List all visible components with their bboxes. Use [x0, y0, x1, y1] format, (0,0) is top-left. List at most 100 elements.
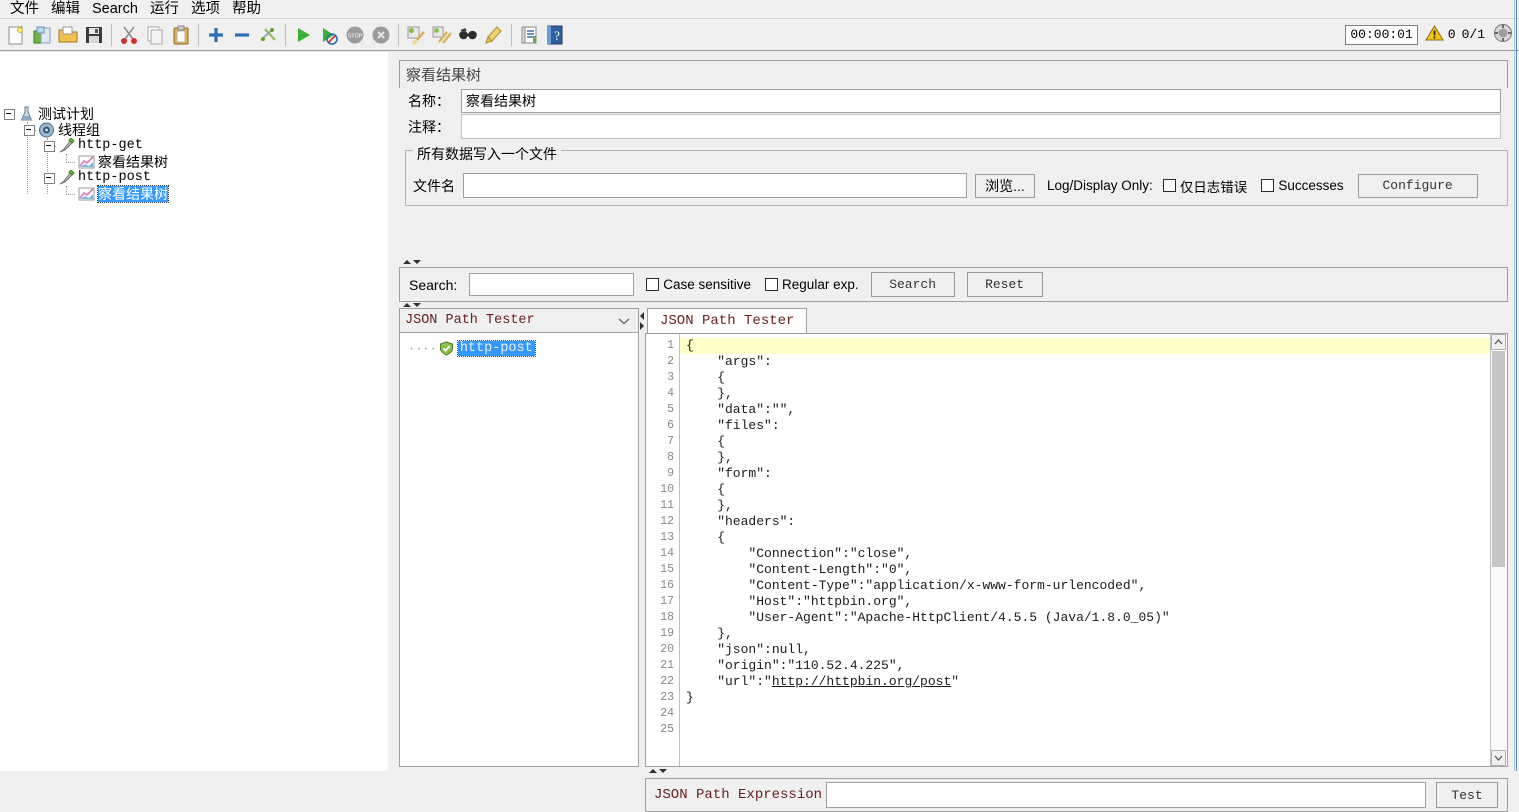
- code-line: "json":null,: [686, 642, 811, 657]
- open-icon[interactable]: [55, 22, 81, 48]
- scroll-down-button[interactable]: [1491, 750, 1506, 766]
- line-number: 25: [660, 723, 674, 736]
- line-number: 18: [660, 611, 674, 624]
- view-results-tree-icon: [78, 154, 95, 170]
- errors-only-checkbox[interactable]: [1162, 179, 1176, 192]
- renderer-select[interactable]: JSON Path Tester: [400, 309, 638, 333]
- clear-all-icon[interactable]: [429, 22, 455, 48]
- splitter-above-search[interactable]: [399, 259, 1508, 266]
- save-icon[interactable]: [81, 22, 107, 48]
- filename-input[interactable]: [463, 173, 967, 198]
- expander-icon[interactable]: [24, 124, 35, 136]
- json-path-expression-input[interactable]: [826, 782, 1427, 808]
- comment-input[interactable]: [461, 114, 1501, 139]
- http-sampler-icon: [58, 137, 75, 154]
- line-number: 2: [667, 355, 674, 368]
- code-line: {: [686, 482, 726, 497]
- copy-icon[interactable]: [142, 22, 168, 48]
- successes-checkbox[interactable]: [1261, 179, 1275, 192]
- line-number: 9: [667, 467, 674, 480]
- tree-node-test-plan[interactable]: 测试计划: [4, 106, 94, 122]
- result-item-http-post[interactable]: ···· http-post: [408, 340, 536, 357]
- case-sensitive-checkbox[interactable]: [646, 278, 660, 291]
- configure-button[interactable]: Configure: [1357, 173, 1478, 198]
- reset-icon[interactable]: [1493, 23, 1513, 46]
- code-line: "headers":: [686, 514, 796, 529]
- editor-vertical-scrollbar[interactable]: [1490, 334, 1507, 766]
- expander-icon[interactable]: [4, 108, 15, 120]
- help-icon[interactable]: ?: [542, 22, 568, 48]
- code-line: }: [686, 690, 694, 705]
- search-row: Search: Case sensitive Regular exp. Sear…: [400, 268, 1507, 301]
- response-body-code[interactable]: { "args": { }, "data":"", "files": { }, …: [680, 334, 1490, 766]
- name-input[interactable]: [461, 88, 1501, 113]
- expander-icon[interactable]: [44, 140, 55, 152]
- cut-icon[interactable]: [116, 22, 142, 48]
- line-number: 8: [667, 451, 674, 464]
- search-icon[interactable]: [455, 22, 481, 48]
- templates-icon[interactable]: [29, 22, 55, 48]
- collapse-all-icon[interactable]: [229, 22, 255, 48]
- line-number: 23: [660, 691, 674, 704]
- menu-options[interactable]: 选项: [185, 0, 226, 18]
- clear-icon[interactable]: [403, 22, 429, 48]
- search-button[interactable]: Search: [870, 272, 955, 297]
- line-number: 24: [660, 707, 674, 720]
- tree-node-view-results-tree-post[interactable]: 察看结果树: [78, 185, 169, 203]
- new-icon[interactable]: [3, 22, 29, 48]
- menu-edit[interactable]: 编辑: [45, 0, 86, 18]
- line-number: 3: [667, 371, 674, 384]
- json-path-tester-panel: JSON Path Tester 1 2 3 4 5 6 7 8 9 10 11 12 13 14 15 16…: [645, 308, 1508, 767]
- test-button[interactable]: Test: [1436, 782, 1499, 808]
- tree-node-http-get[interactable]: http-get: [44, 137, 143, 154]
- regular-exp-label: Regular exp.: [782, 277, 859, 292]
- browse-button[interactable]: 浏览...: [975, 173, 1035, 198]
- paste-icon[interactable]: [168, 22, 194, 48]
- line-number: 11: [660, 499, 674, 512]
- test-plan-icon: [18, 106, 35, 122]
- sampler-results-tree[interactable]: JSON Path Tester ···· http-post: [399, 308, 639, 767]
- menu-help[interactable]: 帮助: [226, 0, 267, 18]
- tab-json-path-tester[interactable]: JSON Path Tester: [647, 308, 808, 333]
- warning-icon[interactable]: [1424, 24, 1444, 45]
- menu-file[interactable]: 文件: [4, 0, 45, 18]
- expander-icon[interactable]: [44, 172, 55, 184]
- panel-title-bar: 察看结果树: [399, 60, 1508, 88]
- write-all-data-group-title: 所有数据写入一个文件: [413, 144, 561, 164]
- line-number: 13: [660, 531, 674, 544]
- tree-node-label: 测试计划: [38, 106, 94, 122]
- start-no-pauses-icon[interactable]: [316, 22, 342, 48]
- menu-run[interactable]: 运行: [144, 0, 185, 18]
- reset-search-icon[interactable]: [481, 22, 507, 48]
- expand-all-icon[interactable]: [203, 22, 229, 48]
- search-input[interactable]: [469, 273, 635, 296]
- response-url-link[interactable]: http://httpbin.org/post: [772, 674, 951, 689]
- code-line: "origin":"110.52.4.225",: [686, 658, 905, 673]
- tree-node-thread-group[interactable]: 线程组: [24, 122, 100, 138]
- menu-search[interactable]: Search: [86, 0, 144, 18]
- function-helper-icon[interactable]: [516, 22, 542, 48]
- main-splitter[interactable]: [388, 52, 395, 771]
- success-icon: [439, 341, 454, 356]
- response-editor[interactable]: 1 2 3 4 5 6 7 8 9 10 11 12 13 14 15 16 17 18 19 20 21 22 23 24 2…: [645, 333, 1508, 767]
- line-number: 5: [667, 403, 674, 416]
- toggle-icon[interactable]: [255, 22, 281, 48]
- code-line: {: [686, 434, 726, 449]
- scroll-up-button[interactable]: [1491, 334, 1506, 350]
- test-plan-tree[interactable]: 测试计划 线程组 http-get 察看结果树 http-post 察看结果树: [0, 52, 389, 771]
- tree-node-http-post[interactable]: http-post: [44, 169, 151, 186]
- tree-node-view-results-tree-get[interactable]: 察看结果树: [78, 154, 168, 170]
- start-icon[interactable]: [290, 22, 316, 48]
- active-thread-count: 0/1: [1461, 27, 1485, 42]
- result-item-label: http-post: [456, 340, 536, 357]
- thread-group-icon: [38, 122, 55, 138]
- scrollbar-thumb[interactable]: [1492, 351, 1505, 567]
- chevron-down-icon: [618, 313, 630, 328]
- reset-button[interactable]: Reset: [966, 272, 1043, 297]
- line-number: 4: [667, 387, 674, 400]
- code-line: },: [686, 626, 733, 641]
- regular-exp-checkbox[interactable]: [765, 278, 779, 291]
- splitter-below-editor[interactable]: [645, 768, 1508, 775]
- comment-label: 注释：: [408, 118, 450, 135]
